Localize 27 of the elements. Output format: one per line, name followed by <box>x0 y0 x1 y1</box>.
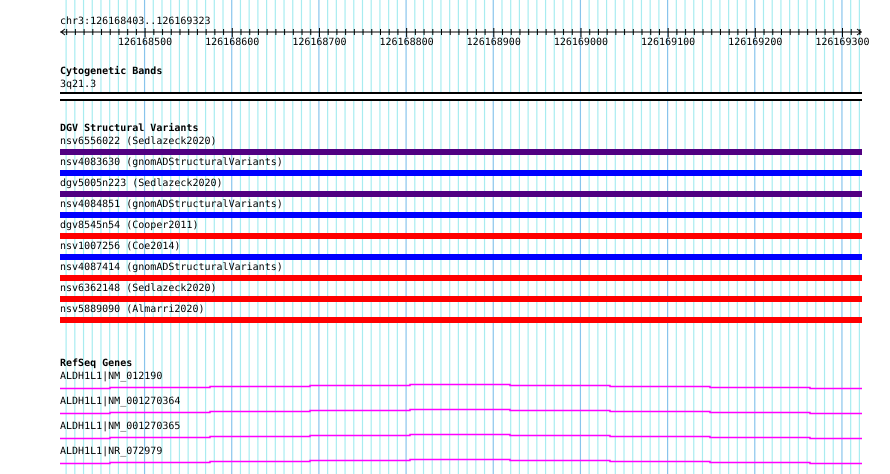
track-title: Cytogenetic Bands <box>60 65 162 78</box>
variant-label: nsv6362148 (Sedlazeck2020) <box>60 282 217 295</box>
track-title: DGV Structural Variants <box>60 122 198 135</box>
ruler-label: 126168500 <box>118 37 172 48</box>
band-label: 3q21.3 <box>60 78 96 91</box>
transcript-label: ALDH1L1|NM_001270365 <box>60 420 180 433</box>
ruler-label: 126168700 <box>292 37 346 48</box>
variant-label: nsv4084851 (gnomADStructuralVariants) <box>60 198 283 211</box>
ruler-label: 126168600 <box>205 37 260 48</box>
locus-label: chr3:126168403..126169323 <box>60 15 211 28</box>
transcript-label: ALDH1L1|NM_012190 <box>60 370 162 383</box>
transcript-label: ALDH1L1|NM_001270364 <box>60 395 180 408</box>
variant-label: nsv5889090 (Almarri2020) <box>60 303 204 316</box>
variant-label: nsv6556022 (Sedlazeck2020) <box>60 135 217 148</box>
ruler-label: 126169300 <box>815 37 870 48</box>
ruler-label: 126169200 <box>728 37 782 48</box>
ruler-label: 126168900 <box>466 37 521 48</box>
variant-label: nsv4087414 (gnomADStructuralVariants) <box>60 261 283 274</box>
ruler-label: 126168800 <box>379 37 434 48</box>
variant-label: dgv5005n223 (Sedlazeck2020) <box>60 177 223 190</box>
ruler-label: 126169000 <box>554 37 608 48</box>
ruler-label: 126169100 <box>641 37 696 48</box>
track-title: RefSeq Genes <box>60 357 132 370</box>
transcript-label: ALDH1L1|NR_072979 <box>60 445 162 458</box>
variant-label: dgv8545n54 (Cooper2011) <box>60 219 198 232</box>
variant-label: nsv1007256 (Coe2014) <box>60 240 180 253</box>
variant-label: nsv4083630 (gnomADStructuralVariants) <box>60 156 283 169</box>
